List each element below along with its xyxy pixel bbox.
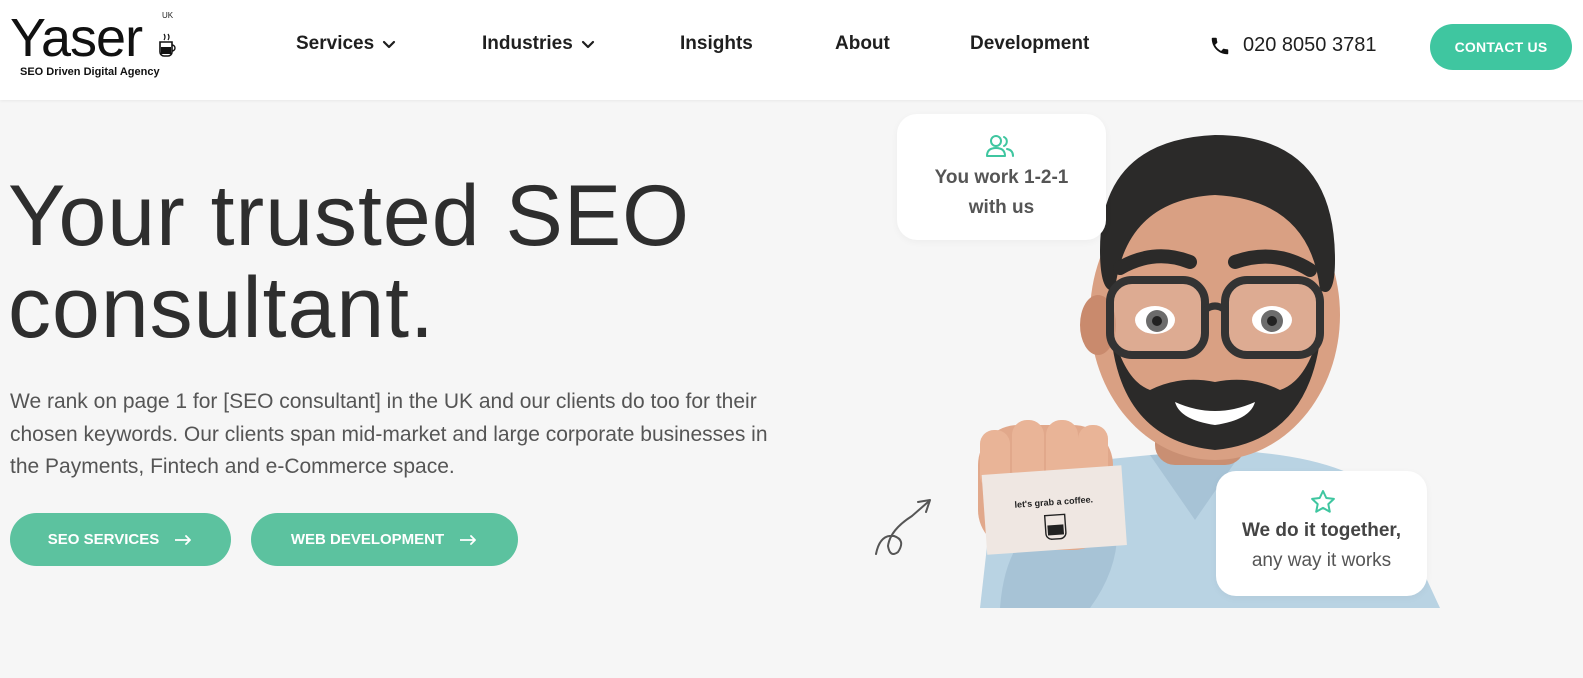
contact-us-button[interactable]: CONTACT US <box>1430 24 1572 70</box>
nav-insights[interactable]: Insights <box>680 33 753 55</box>
users-icon <box>986 135 1014 157</box>
nav-development[interactable]: Development <box>970 33 1089 55</box>
arrow-right-icon <box>460 534 477 545</box>
nav-services-label: Services <box>296 33 375 54</box>
nav-services[interactable]: Services <box>296 33 396 55</box>
feature-card-two-regular: any way it works <box>1251 550 1392 571</box>
arrow-right-icon <box>175 534 192 545</box>
nav-industries[interactable]: Industries <box>482 33 595 55</box>
squiggle-arrow-icon <box>875 499 931 555</box>
logo-tagline: SEO Driven Digital Agency <box>20 66 160 78</box>
logo-superscript: UK <box>162 11 174 20</box>
nav-about-label: About <box>835 33 890 54</box>
coffee-cup-icon <box>159 33 176 57</box>
logo[interactable]: Yaser UK SEO Driven Digital Agency <box>10 6 180 86</box>
phone-number: 020 8050 3781 <box>1243 34 1377 56</box>
seo-services-button[interactable]: SEO SERVICES <box>10 513 231 566</box>
feature-card-one-line2: with us <box>968 197 1035 218</box>
seo-services-label: SEO SERVICES <box>47 531 160 548</box>
feature-card-one-text: You work 1-2-1 with us <box>897 163 1106 223</box>
feature-card-one-line1: You work 1-2-1 <box>934 167 1069 188</box>
star-icon <box>1311 490 1335 513</box>
phone-link[interactable]: 020 8050 3781 <box>1209 34 1376 57</box>
logo-wordmark: Yaser <box>10 8 143 68</box>
chevron-down-icon <box>383 40 396 49</box>
hero-title-line1: Your trusted SEO <box>8 168 691 264</box>
hero-title: Your trusted SEO consultant. <box>8 170 828 354</box>
site-header: Yaser UK SEO Driven Digital Agency Servi… <box>0 0 1583 100</box>
web-development-button[interactable]: WEB DEVELOPMENT <box>251 513 518 566</box>
chevron-down-icon <box>581 40 594 49</box>
feature-card-one: You work 1-2-1 with us <box>897 114 1106 240</box>
hero-title-line2: consultant. <box>8 260 435 356</box>
nav-industries-label: Industries <box>482 33 573 54</box>
web-development-label: WEB DEVELOPMENT <box>290 531 445 548</box>
feature-card-two-bold: We do it together, <box>1241 520 1402 541</box>
feature-card-two: We do it together, any way it works <box>1216 471 1427 596</box>
phone-icon <box>1211 37 1229 54</box>
nav-development-label: Development <box>970 33 1090 54</box>
nav-about[interactable]: About <box>835 33 890 55</box>
nav-insights-label: Insights <box>680 33 753 54</box>
hero-description: We rank on page 1 for [SEO consultant] i… <box>10 390 768 478</box>
